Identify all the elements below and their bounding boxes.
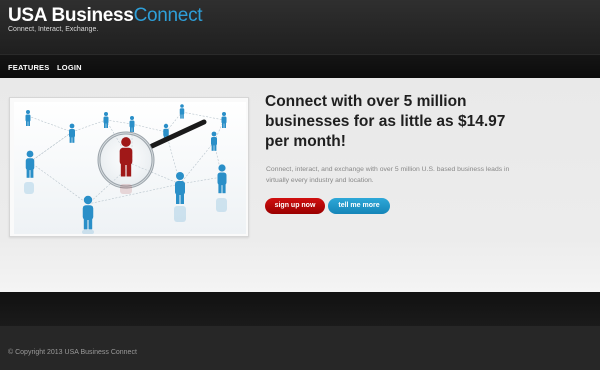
main-nav: FEATURES LOGIN [0,54,600,78]
site-header: USA BusinessConnect Connect, Interact, E… [0,0,600,54]
nav-features-link[interactable]: FEATURES [8,63,49,72]
logo-main-text: USA Business [8,5,134,26]
hero-subtext: Connect, interact, and exchange with ove… [266,166,510,184]
copyright-text: © Copyright 2013 USA Business Connect [8,349,137,356]
hero-headline: Connect with over 5 million businesses f… [265,93,506,150]
tell-me-more-button[interactable]: tell me more [328,198,390,214]
nav-login-link[interactable]: LOGIN [57,63,82,72]
sign-up-button[interactable]: sign up now [265,198,325,214]
site-logo[interactable]: USA BusinessConnect [8,5,203,26]
site-tagline: Connect, Interact, Exchange. [8,26,99,33]
hero-image [9,97,249,237]
dark-band [0,292,600,326]
network-magnifier-illustration-icon [14,102,246,234]
site-footer: © Copyright 2013 USA Business Connect [0,326,600,370]
logo-accent-text: Connect [133,5,203,26]
hero-section: Connect with over 5 million businesses f… [0,78,600,292]
